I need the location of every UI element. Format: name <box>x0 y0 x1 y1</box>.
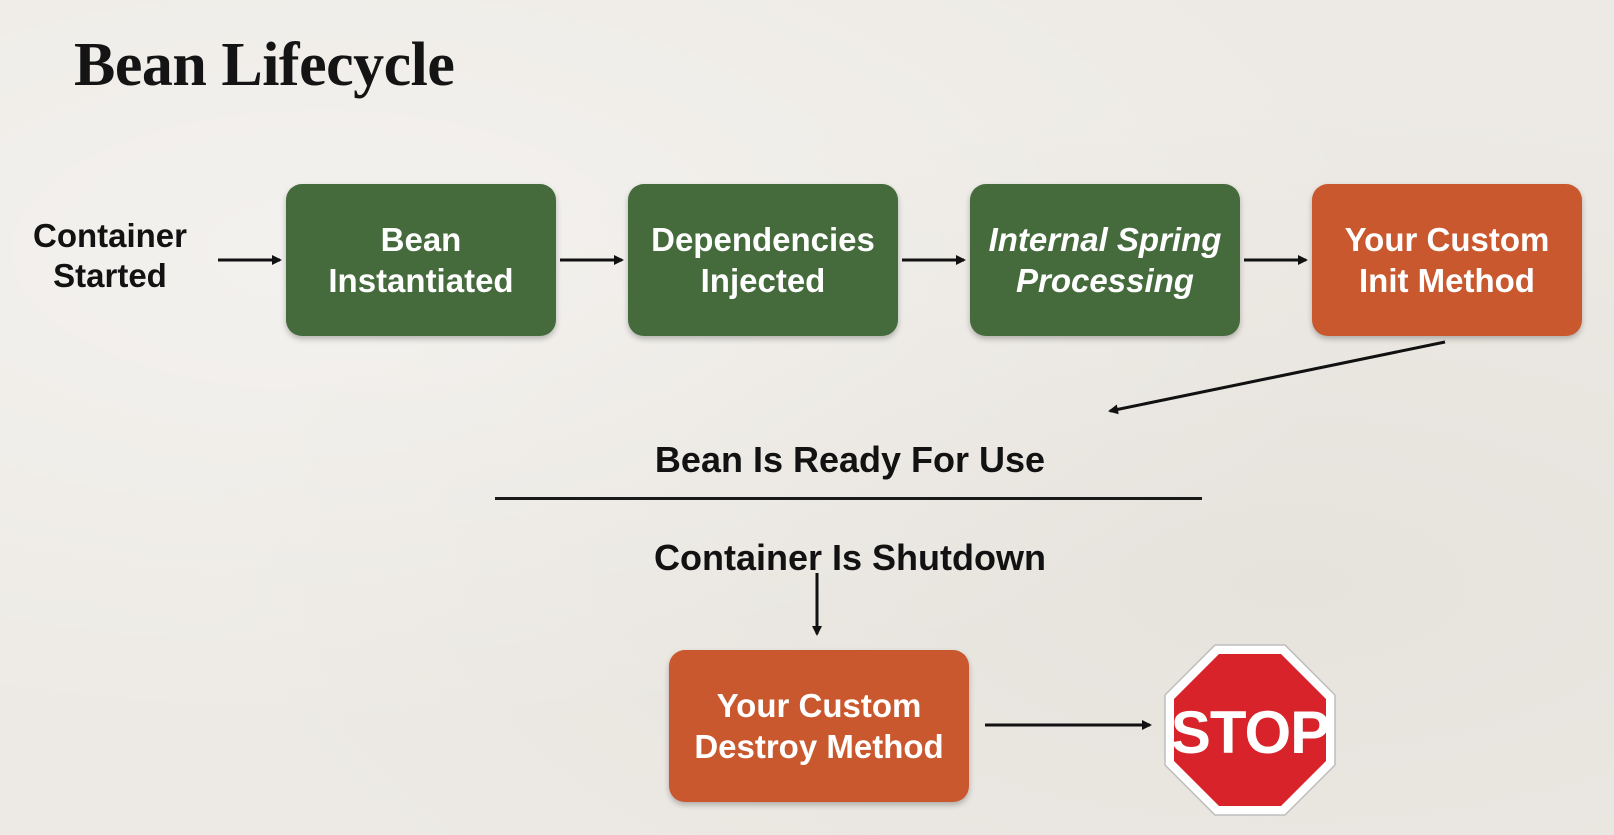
arrow-init-to-ready <box>1108 340 1446 415</box>
diagram-connectors <box>218 255 1446 816</box>
stop-sign-text: STOP <box>1170 699 1330 766</box>
